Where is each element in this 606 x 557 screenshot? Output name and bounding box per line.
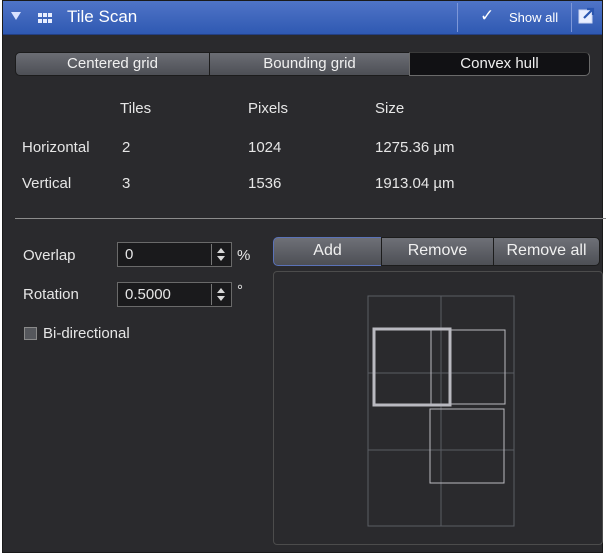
bidirectional-checkbox[interactable]	[24, 327, 37, 340]
rotation-value[interactable]: 0.5000	[125, 286, 171, 303]
header-divider	[571, 3, 572, 32]
tile-preview-svg	[367, 295, 515, 527]
tab-centered-grid[interactable]: Centered grid	[15, 52, 210, 76]
tile-scan-icon	[38, 13, 52, 23]
horizontal-tiles-value: 2	[122, 139, 131, 156]
overlap-label: Overlap	[23, 247, 76, 264]
rotation-label: Rotation	[23, 286, 79, 303]
panel-title: Tile Scan	[67, 7, 138, 26]
rotation-unit: °	[237, 282, 243, 299]
spin-up-icon[interactable]	[217, 248, 225, 253]
overlap-spinbox[interactable]: 0	[117, 242, 232, 267]
tile-frame	[372, 327, 452, 407]
horizontal-pixels-value: 1024	[248, 139, 282, 156]
collapse-triangle-icon[interactable]	[11, 12, 21, 20]
row-label-horizontal: Horizontal	[22, 139, 90, 156]
header-divider	[457, 3, 458, 32]
tile-scan-panel: Tile Scan ✓ Show all Centered grid Bound…	[2, 0, 606, 553]
tile-frame	[430, 329, 506, 405]
spin-down-icon[interactable]	[217, 256, 225, 261]
column-header-tiles: Tiles	[120, 100, 152, 117]
checkmark-icon[interactable]: ✓	[480, 6, 494, 26]
tab-bounding-grid[interactable]: Bounding grid	[209, 52, 410, 76]
column-header-pixels: Pixels	[248, 100, 289, 117]
panel-header[interactable]: Tile Scan ✓ Show all	[3, 1, 602, 35]
spin-down-icon[interactable]	[217, 296, 225, 301]
overlap-value[interactable]: 0	[125, 246, 133, 263]
vertical-tiles-value: 3	[122, 175, 131, 192]
spin-up-icon[interactable]	[217, 288, 225, 293]
show-all-toggle[interactable]: Show all	[509, 10, 558, 25]
horizontal-size-value: 1275.36 µm	[375, 139, 455, 156]
vertical-size-value: 1913.04 µm	[375, 175, 455, 192]
row-label-vertical: Vertical	[22, 175, 72, 192]
column-header-size: Size	[375, 100, 405, 117]
remove-button[interactable]: Remove	[381, 237, 494, 266]
tile-preview-canvas[interactable]	[273, 271, 603, 545]
overlap-unit: %	[237, 247, 251, 264]
remove-all-button[interactable]: Remove all	[493, 237, 600, 266]
section-divider	[15, 218, 606, 219]
add-button[interactable]: Add	[273, 237, 382, 266]
rotation-spinbox[interactable]: 0.5000	[117, 282, 232, 307]
popout-icon[interactable]	[578, 7, 595, 24]
vertical-pixels-value: 1536	[248, 175, 282, 192]
tab-convex-hull[interactable]: Convex hull	[409, 52, 590, 76]
bidirectional-label[interactable]: Bi-directional	[43, 325, 130, 342]
